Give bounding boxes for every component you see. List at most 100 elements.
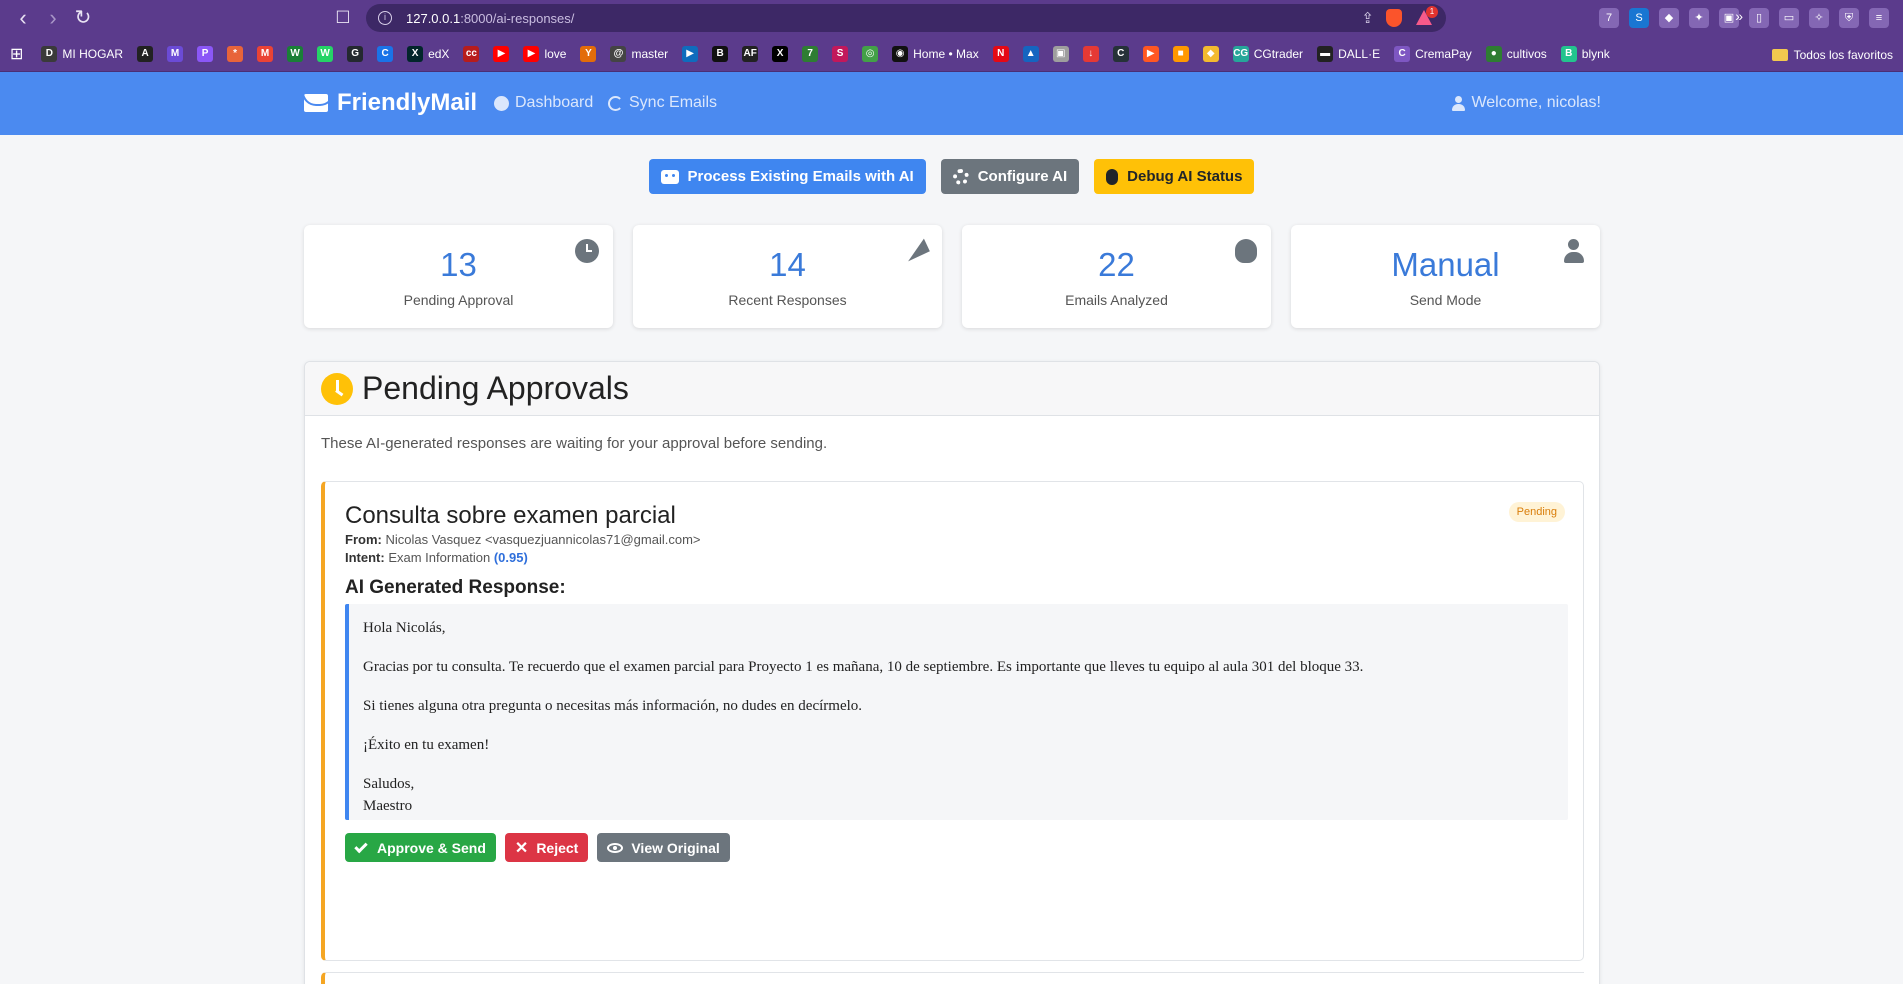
bookmark-item[interactable]: X bbox=[772, 45, 789, 62]
reject-button[interactable]: ✕ Reject bbox=[504, 833, 589, 862]
bookmark-favicon-icon: M bbox=[167, 45, 184, 62]
bookmark-favicon-icon: AF bbox=[742, 45, 759, 62]
bookmark-item[interactable]: ▣ bbox=[1052, 45, 1069, 62]
apps-grid-icon[interactable]: ⊞ bbox=[10, 44, 23, 64]
share-icon[interactable]: ⇪ bbox=[1361, 9, 1374, 27]
user-menu[interactable]: Welcome, nicolas! bbox=[1452, 94, 1601, 112]
panel-description: These AI-generated responses are waiting… bbox=[321, 435, 828, 452]
wallet-icon[interactable]: ▭ bbox=[1779, 8, 1799, 28]
bookmark-item[interactable]: N bbox=[992, 45, 1009, 62]
bookmark-item[interactable]: ↓ bbox=[1082, 45, 1099, 62]
leo-ai-icon[interactable]: ✧ bbox=[1809, 8, 1829, 28]
dashboard-gauge-icon bbox=[494, 95, 509, 111]
bookmark-item[interactable]: ◉ Home • Max bbox=[892, 45, 979, 62]
gear-icon bbox=[952, 168, 969, 185]
bookmark-item[interactable]: M bbox=[167, 45, 184, 62]
bookmark-item[interactable]: ▶ bbox=[682, 45, 699, 62]
lock-extension-icon[interactable]: ◆ bbox=[1659, 8, 1679, 28]
bookmark-item[interactable]: Bblynk bbox=[1560, 45, 1610, 62]
brand-link[interactable]: FriendlyMail bbox=[304, 89, 477, 117]
page-title: Pending Approvals bbox=[362, 370, 629, 406]
back-arrow-icon[interactable]: ‹ bbox=[8, 0, 38, 36]
bookmark-item[interactable]: G bbox=[347, 45, 364, 62]
stat-label: Pending Approval bbox=[403, 292, 514, 308]
bookmark-favicon-icon: G bbox=[347, 45, 364, 62]
stat-value: Manual bbox=[1391, 246, 1500, 283]
bookmark-item[interactable]: C CremaPay bbox=[1394, 45, 1472, 62]
bookmark-item[interactable]: ▶ bbox=[1142, 45, 1159, 62]
card-actions: Approve & Send ✕ Reject View Original bbox=[345, 833, 730, 862]
bookmark-item[interactable]: W bbox=[287, 45, 304, 62]
bookmark-favicon-icon: CG bbox=[1232, 45, 1249, 62]
bookmark-item[interactable]: * bbox=[227, 45, 244, 62]
extension-badge-icon[interactable]: 7 bbox=[1599, 8, 1619, 28]
more-bookmarks-icon[interactable]: » bbox=[1735, 8, 1743, 24]
process-emails-button[interactable]: Process Existing Emails with AI bbox=[648, 159, 926, 194]
bookmark-item[interactable]: XedX bbox=[407, 45, 449, 62]
brave-shields-icon[interactable] bbox=[1386, 9, 1402, 27]
menu-icon[interactable]: ≡ bbox=[1869, 8, 1889, 28]
view-original-button[interactable]: View Original bbox=[597, 833, 730, 862]
response-paragraph: ¡Éxito en tu examen! bbox=[363, 737, 490, 753]
bookmark-item[interactable]: ◆ bbox=[1202, 45, 1219, 62]
bookmark-item[interactable]: C bbox=[1112, 45, 1129, 62]
bookmark-favicon-icon: @ bbox=[610, 45, 627, 62]
ai-actions-toolbar: Process Existing Emails with AI Configur… bbox=[0, 159, 1903, 194]
address-bar[interactable]: i 127.0.0.1:8000/ai-responses/ ⇪ 1 bbox=[366, 4, 1446, 32]
bookmark-item[interactable]: ▶ bbox=[493, 45, 510, 62]
email-response-card: Consulta sobre examen parcial Pending Fr… bbox=[321, 481, 1584, 961]
bookmark-favicon-icon: A bbox=[137, 45, 154, 62]
stat-card-send-mode: Manual Send Mode bbox=[1291, 225, 1600, 328]
bookmark-item[interactable]: M bbox=[257, 45, 274, 62]
bookmark-item[interactable]: ■ bbox=[1172, 45, 1189, 62]
site-info-icon[interactable]: i bbox=[378, 11, 392, 25]
bookmark-item[interactable]: ● cultivos bbox=[1485, 45, 1547, 62]
bookmark-item[interactable]: ◎ bbox=[862, 45, 879, 62]
bookmark-item[interactable]: C bbox=[377, 45, 394, 62]
forward-arrow-icon[interactable]: › bbox=[38, 0, 68, 36]
bookmark-favicon-icon: ▲ bbox=[1022, 45, 1039, 62]
bookmark-favicon-icon: ● bbox=[1485, 45, 1502, 62]
bookmark-icon[interactable]: ☐ bbox=[332, 7, 354, 29]
bookmark-favicon-icon: ■ bbox=[1172, 45, 1189, 62]
shazam-icon[interactable]: S bbox=[1629, 8, 1649, 28]
bookmark-item[interactable]: A bbox=[137, 45, 154, 62]
bookmark-item[interactable]: P bbox=[197, 45, 214, 62]
bookmark-item[interactable]: ▬ DALL·E bbox=[1317, 45, 1381, 62]
bookmark-item[interactable]: S bbox=[832, 45, 849, 62]
bookmark-favicon-icon: 7 bbox=[802, 45, 819, 62]
bookmark-label: cultivos bbox=[1506, 46, 1547, 61]
stat-value: 14 bbox=[769, 246, 806, 283]
stat-card-pending: 13 Pending Approval bbox=[304, 225, 613, 328]
bookmark-item[interactable]: Y bbox=[580, 45, 597, 62]
puzzle-icon[interactable]: ✦ bbox=[1689, 8, 1709, 28]
bookmark-favicon-icon: ▶ bbox=[493, 45, 510, 62]
bookmark-item[interactable]: 7 bbox=[802, 45, 819, 62]
vpn-icon[interactable]: ⛨ bbox=[1839, 8, 1859, 28]
nav-sync-emails[interactable]: Sync Emails bbox=[608, 94, 717, 112]
bookmark-favicon-icon: ◎ bbox=[862, 45, 879, 62]
bookmark-item[interactable]: W bbox=[317, 45, 334, 62]
stat-value: 22 bbox=[1098, 246, 1135, 283]
bookmark-favicon-icon: ◉ bbox=[892, 45, 909, 62]
bookmark-item[interactable]: ▶ love bbox=[523, 45, 566, 62]
bookmark-item[interactable]: AF bbox=[742, 45, 759, 62]
all-bookmarks-folder[interactable]: Todos los favoritos bbox=[1771, 48, 1893, 62]
bookmark-item[interactable]: B bbox=[712, 45, 729, 62]
configure-ai-button[interactable]: Configure AI bbox=[940, 159, 1080, 194]
bookmark-item[interactable]: @ master bbox=[610, 45, 668, 62]
nav-dashboard[interactable]: Dashboard bbox=[494, 94, 593, 112]
debug-ai-button[interactable]: Debug AI Status bbox=[1094, 159, 1255, 194]
bookmark-item[interactable]: CG CGtrader bbox=[1232, 45, 1303, 62]
sidebar-icon[interactable]: ▯ bbox=[1749, 8, 1769, 28]
bookmark-item[interactable]: D MI HOGAR bbox=[41, 45, 123, 62]
reload-icon[interactable]: ↻ bbox=[68, 0, 98, 36]
bookmark-item[interactable]: ▲ bbox=[1022, 45, 1039, 62]
approve-send-button[interactable]: Approve & Send bbox=[345, 833, 496, 862]
stat-card-responses: 14 Recent Responses bbox=[633, 225, 942, 328]
bookmark-item[interactable]: cc bbox=[463, 45, 480, 62]
bookmark-favicon-icon: ▬ bbox=[1317, 45, 1334, 62]
bookmark-label: DALL·E bbox=[1338, 46, 1381, 61]
close-icon: ✕ bbox=[514, 839, 529, 857]
clock-icon bbox=[321, 372, 353, 405]
